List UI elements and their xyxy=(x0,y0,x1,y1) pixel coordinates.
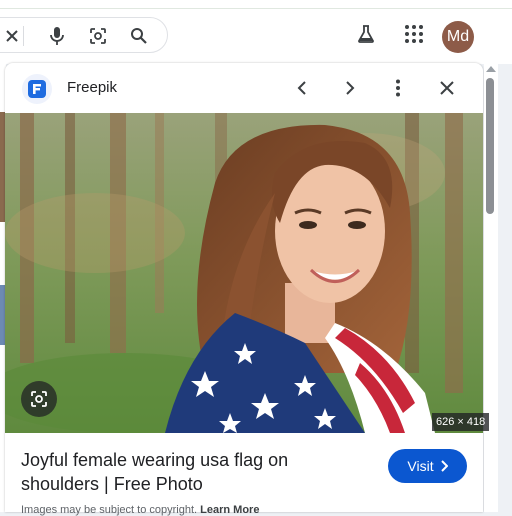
browser-topbar: Md xyxy=(0,0,512,64)
freepik-logo[interactable] xyxy=(22,74,52,104)
copyright-notice: Images may be subject to copyright. Lear… xyxy=(21,504,259,516)
search-inside-image-button[interactable] xyxy=(21,381,57,417)
preview-image[interactable] xyxy=(5,113,483,433)
close-panel-icon[interactable] xyxy=(435,76,459,100)
learn-more-link[interactable]: Learn More xyxy=(200,504,259,516)
image-dimensions-badge: 626 × 418 xyxy=(432,413,490,431)
labs-flask-icon[interactable] xyxy=(354,22,378,46)
source-name[interactable]: Freepik xyxy=(67,79,117,96)
scrollbar-thumb[interactable] xyxy=(486,78,494,214)
visit-button[interactable]: Visit xyxy=(388,449,467,483)
account-avatar[interactable]: Md xyxy=(442,21,474,53)
image-title[interactable]: Joyful female wearing usa flag on should… xyxy=(21,448,351,496)
more-options-icon[interactable] xyxy=(386,76,410,100)
scroll-up-arrow[interactable] xyxy=(486,66,496,72)
next-image-icon[interactable] xyxy=(338,76,362,100)
search-divider xyxy=(23,26,24,46)
visit-label: Visit xyxy=(407,458,434,474)
apps-grid-icon[interactable] xyxy=(402,22,426,46)
chevron-right-icon xyxy=(440,460,448,472)
search-icon[interactable] xyxy=(128,25,150,47)
previous-image-icon[interactable] xyxy=(290,76,314,100)
search-box[interactable] xyxy=(0,17,168,53)
lens-icon[interactable] xyxy=(87,25,109,47)
divider xyxy=(0,8,512,9)
microphone-icon[interactable] xyxy=(46,25,68,47)
copyright-text: Images may be subject to copyright. xyxy=(21,504,198,516)
close-icon[interactable] xyxy=(1,25,23,47)
